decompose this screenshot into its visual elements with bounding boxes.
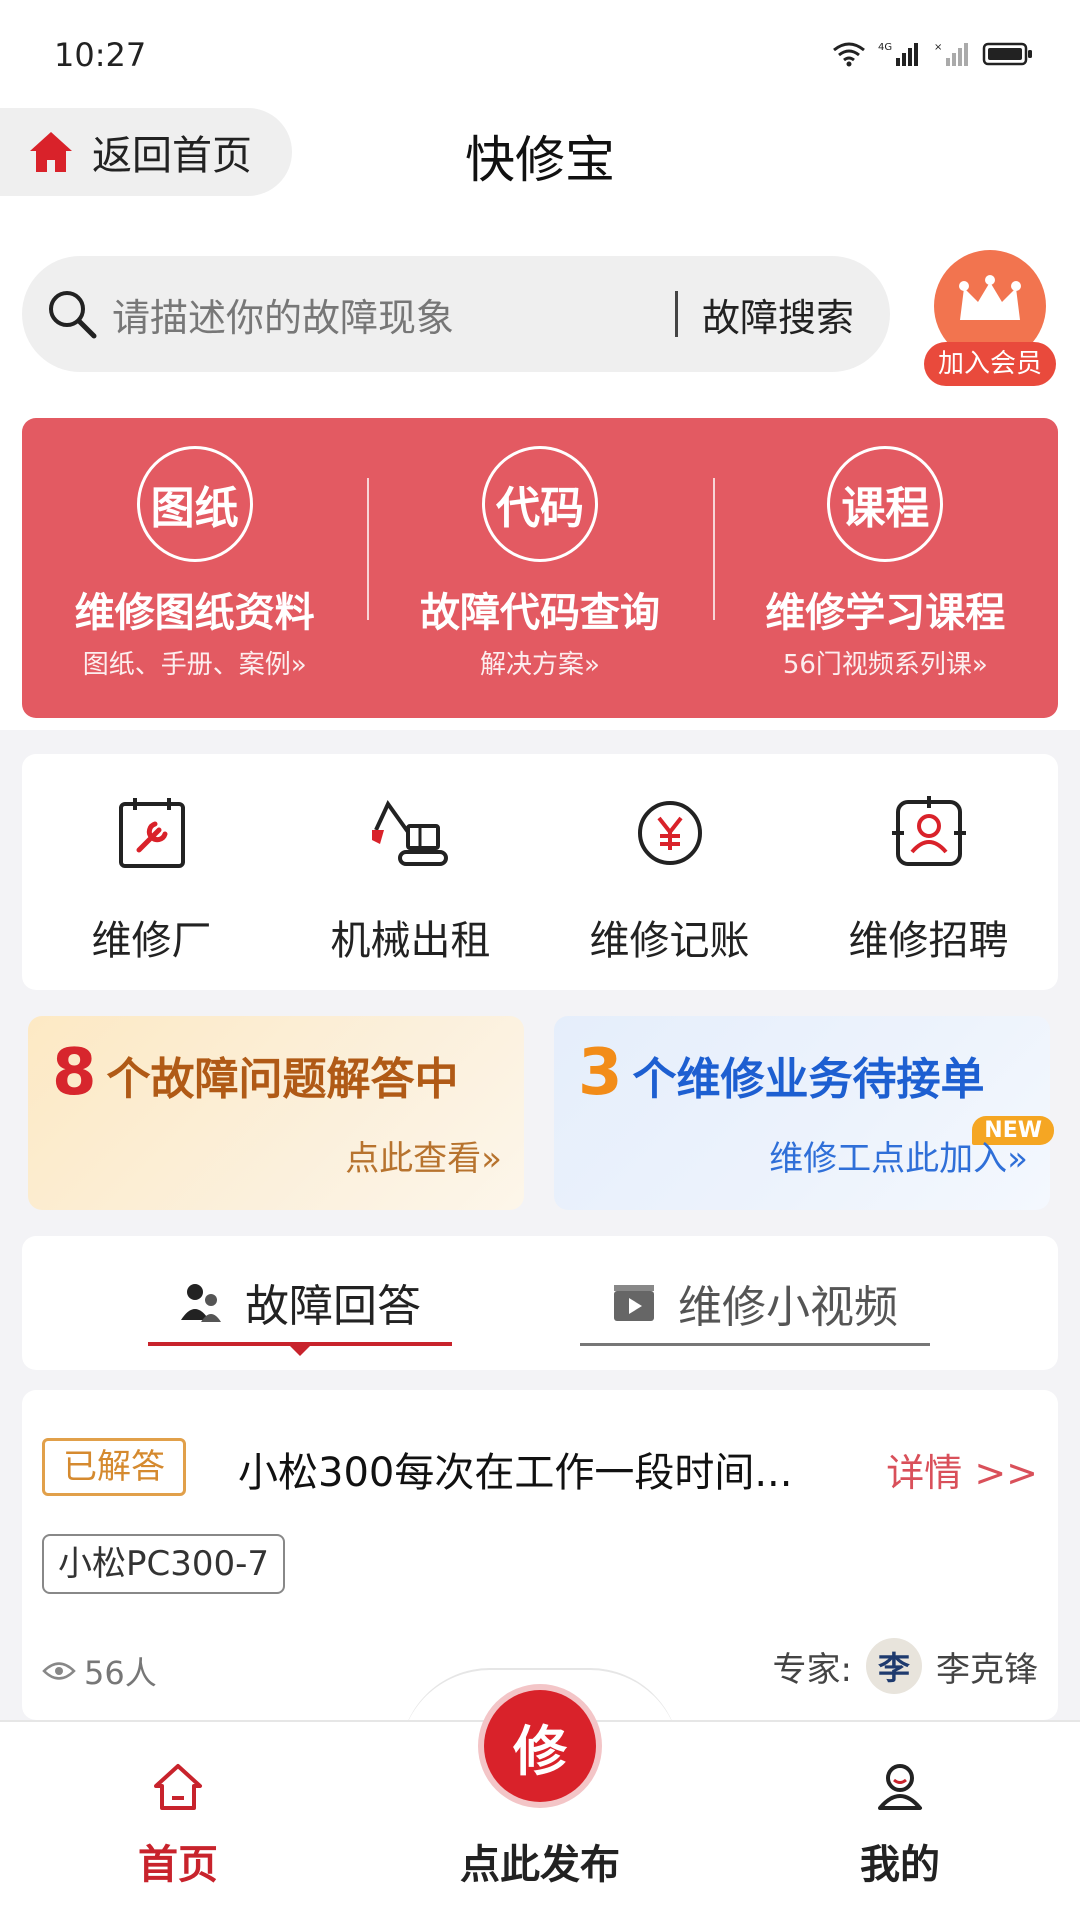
search-row: 请描述你的故障现象 故障搜索 加入会员 [0,230,1080,410]
repair-shop-icon [118,798,185,868]
avatar: 李 [866,1638,922,1694]
view-count: 56人 [42,1648,157,1694]
user-icon [878,1764,922,1810]
signal-no-service-icon: × [934,42,968,66]
battery-icon [982,42,1032,66]
nav-mine[interactable]: 我的 [800,1762,1000,1890]
tab-repair-videos[interactable]: 维修小视频 [580,1262,930,1346]
feature-label: 维修招聘 [848,918,1009,964]
orders-count: 3 [578,1036,623,1110]
home-outline-icon [154,1764,202,1810]
services-panel: 图纸 维修图纸资料 图纸、手册、案例» 代码 故障代码查询 解决方案» 课程 维… [22,418,1058,718]
status-badge: 已解答 [42,1438,186,1496]
questions-count: 8 [52,1036,97,1110]
publish-icon[interactable]: 修 [484,1690,596,1802]
feature-accounting[interactable]: 维修记账 [540,754,799,990]
yuan-icon [637,801,702,865]
service-title: 故障代码查询 [419,590,660,636]
orders-text: 个维修业务待接单 [632,1054,985,1105]
search-button[interactable]: 故障搜索 [702,287,854,342]
join-worker-link[interactable]: 维修工点此加入» [769,1131,1028,1180]
tab-label: 故障回答 [245,1281,421,1332]
service-subtitle: 图纸、手册、案例» [82,650,307,680]
feature-repair-shop[interactable]: 维修厂 [22,754,281,990]
eye-icon [42,1662,76,1680]
feature-grid: 维修厂 机械出租 维修记账 维修招聘 [22,754,1058,990]
nav-publish[interactable]: 修 点此发布 [440,1690,640,1890]
tab-fault-answers[interactable]: 故障回答 [148,1262,452,1356]
service-courses[interactable]: 课程 维修学习课程 56门视频系列课» [712,418,1058,718]
machine-tag: 小松PC300-7 [42,1534,286,1594]
nav-home[interactable]: 首页 [78,1762,278,1890]
promo-head: 3 个维修业务待接单 [578,1036,985,1110]
feature-label: 维修记账 [589,918,750,964]
svg-text:4G: 4G [878,42,892,53]
join-vip-button[interactable]: 加入会员 [924,342,1056,386]
publish-icon-text: 修 [513,1719,567,1783]
content-tabs: 故障回答 维修小视频 [22,1236,1058,1370]
service-title: 维修学习课程 [765,590,1006,636]
status-time: 10:27 [54,36,147,74]
drawings-badge: 图纸 [136,446,253,562]
search-divider [674,291,678,337]
detail-link[interactable]: 详情 >> [886,1442,1038,1497]
expert-name: 李克锋 [936,1649,1038,1690]
nav-label: 我的 [860,1842,940,1888]
expert-label: 专家: [772,1649,852,1690]
search-input[interactable]: 请描述你的故障现象 [112,287,675,342]
feature-label: 维修厂 [91,918,212,964]
search-icon [49,291,97,339]
promo-head: 8 个故障问题解答中 [52,1036,459,1110]
nav-label: 点此发布 [460,1842,620,1888]
feature-label: 机械出租 [330,918,491,964]
header: 返回首页 快修宝 [0,100,1080,230]
courses-badge: 课程 [827,446,944,562]
svg-text:×: × [934,42,942,53]
service-drawings[interactable]: 图纸 维修图纸资料 图纸、手册、案例» [22,418,367,718]
expert-group-icon [181,1284,221,1322]
tab-label: 维修小视频 [678,1281,898,1333]
service-subtitle: 解决方案» [480,650,600,680]
recruit-icon [891,796,966,866]
excavator-icon [371,800,448,866]
video-icon [614,1284,654,1321]
question-title[interactable]: 小松300每次在工作一段时间... [238,1440,838,1498]
questions-text: 个故障问题解答中 [106,1054,459,1105]
service-fault-codes[interactable]: 代码 故障代码查询 解决方案» [367,418,712,718]
search-bar[interactable]: 请描述你的故障现象 故障搜索 [22,256,890,372]
status-icons: 4G × [832,40,1034,68]
feature-equipment-rental[interactable]: 机械出租 [281,754,540,990]
nav-label: 首页 [138,1842,218,1888]
codes-badge: 代码 [481,446,598,562]
expert-info: 专家: 李 李克锋 [773,1638,1038,1694]
view-questions-link[interactable]: 点此查看» [345,1131,502,1180]
page-title: 快修宝 [465,131,615,189]
views-value: 56人 [84,1654,157,1692]
service-subtitle: 56门视频系列课» [782,650,988,680]
signal-4g-icon: 4G [878,42,918,66]
services-section: 图纸 维修图纸资料 图纸、手册、案例» 代码 故障代码查询 解决方案» 课程 维… [0,410,1080,730]
status-bar: 10:27 4G × [0,0,1080,100]
service-title: 维修图纸资料 [74,590,315,636]
feature-recruitment[interactable]: 维修招聘 [799,754,1058,990]
active-tab-indicator [288,1344,312,1356]
wifi-icon [833,42,865,67]
questions-promo-card[interactable]: 8 个故障问题解答中 点此查看» [28,1016,524,1210]
orders-promo-card[interactable]: 3 个维修业务待接单 NEW 维修工点此加入» [554,1016,1054,1210]
